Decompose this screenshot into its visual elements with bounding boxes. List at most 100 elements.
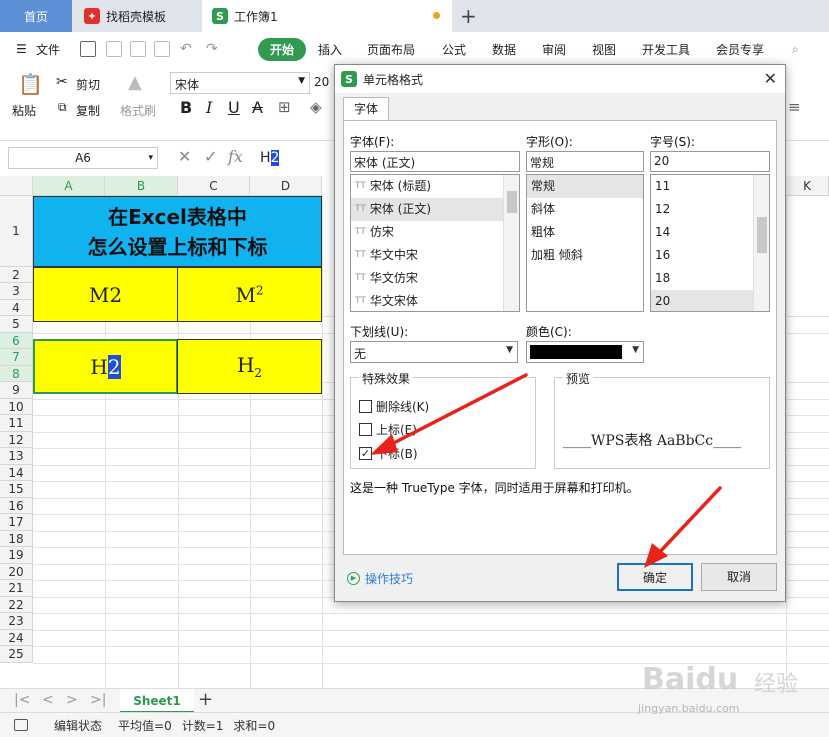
row-header[interactable]: 8 [0,366,33,382]
row-header[interactable]: 16 [0,498,33,514]
menu-page-layout[interactable]: 页面布局 [367,41,415,58]
list-item[interactable]: TT 华文仿宋 [351,267,519,290]
menu-member[interactable]: 会员专享 [716,41,764,58]
strikethrough-checkbox[interactable]: 删除线(K) [359,398,429,415]
list-item[interactable]: 12 [651,198,769,221]
row-header[interactable]: 20 [0,564,33,580]
row-header[interactable]: 19 [0,547,33,564]
paste-icon[interactable]: 📋 [18,72,43,96]
row-header[interactable]: 14 [0,465,33,481]
macro-icon[interactable] [14,719,28,731]
menu-data[interactable]: 数据 [492,41,516,58]
list-item[interactable]: TT 华文中宋 [351,244,519,267]
export-icon[interactable] [106,41,122,57]
menu-review[interactable]: 审阅 [542,41,566,58]
menu-insert[interactable]: 插入 [318,41,342,58]
preview-icon[interactable] [154,41,170,57]
first-sheet-icon[interactable]: |< [14,692,30,708]
print-icon[interactable] [130,41,146,57]
list-item[interactable]: TT 宋体 (正文) [351,198,519,221]
row-header[interactable]: 1 [0,196,33,267]
row-header[interactable]: 4 [0,300,33,316]
italic-button[interactable]: I [206,98,212,117]
cancel-button[interactable]: 取消 [701,563,777,591]
format-painter-button[interactable]: 格式刷 [120,102,156,119]
tab-template[interactable]: ✦ 找稻壳模板 [74,0,200,32]
row-header[interactable]: 5 [0,316,33,333]
fx-icon[interactable]: fx [228,147,243,166]
list-item[interactable]: TT 华文宋体 [351,290,519,311]
title-cell[interactable]: 在Excel表格中 怎么设置上标和下标 [33,196,322,267]
row-header[interactable]: 15 [0,481,33,498]
strike-button[interactable]: A [252,98,263,117]
row-header[interactable]: 18 [0,531,33,547]
row-header[interactable]: 12 [0,432,33,448]
style-input[interactable]: 常规 [526,151,644,172]
select-all-corner[interactable] [0,176,33,196]
row-header[interactable]: 25 [0,646,33,663]
m2-superscript-cell[interactable]: M2 [177,267,322,322]
size-list-scrollbar[interactable] [753,175,769,311]
cut-button[interactable]: 剪切 [76,76,100,93]
undo-icon[interactable]: ↶ [180,41,192,57]
row-header[interactable]: 10 [0,399,33,415]
dialog-title-bar[interactable]: S 单元格格式 ✕ [335,65,785,93]
row-header[interactable]: 7 [0,349,33,366]
row-header[interactable]: 11 [0,415,33,432]
sheet-tab-sheet1[interactable]: Sheet1 [120,689,194,713]
list-item[interactable]: TT 仿宋 [351,221,519,244]
row-header[interactable]: 2 [0,267,33,283]
superscript-checkbox[interactable]: 上标(E) [359,421,417,438]
list-item[interactable]: 18 [651,267,769,290]
subscript-checkbox[interactable]: ✓ 下标(B) [359,445,418,462]
tab-workbook[interactable]: S 工作簿1 [202,0,452,32]
column-header[interactable]: D [250,176,322,196]
menu-formula[interactable]: 公式 [442,41,466,58]
save-icon[interactable] [80,41,96,57]
tips-link[interactable]: ▶ 操作技巧 [347,570,413,587]
list-item[interactable]: 14 [651,221,769,244]
scroll-thumb[interactable] [507,191,517,213]
prev-sheet-icon[interactable]: < [42,692,54,708]
row-header[interactable]: 9 [0,382,33,399]
list-item[interactable]: TT 宋体 (标题) [351,175,519,198]
confirm-icon[interactable]: ✓ [204,147,217,166]
copy-icon[interactable]: ⧉ [58,100,67,115]
last-sheet-icon[interactable]: >| [90,692,106,708]
size-list[interactable]: 11 12 14 16 18 20 [650,174,770,312]
underline-button[interactable]: U [228,98,240,117]
font-list[interactable]: TT 宋体 (标题) TT 宋体 (正文) TT 仿宋 TT 华文中宋 TT 华文仿宋 T… [350,174,520,312]
align-icon[interactable]: ≡ [788,98,801,116]
column-header[interactable]: C [178,176,250,196]
next-sheet-icon[interactable]: > [66,692,78,708]
list-item[interactable]: 加粗 倾斜 [527,244,643,267]
column-header[interactable]: K [786,176,829,196]
search-icon[interactable]: ⌕ [792,42,799,57]
redo-icon[interactable]: ↷ [206,41,218,57]
list-item[interactable]: 粗体 [527,221,643,244]
row-header[interactable]: 23 [0,613,33,630]
font-input[interactable]: 宋体 (正文) [350,151,520,172]
font-list-scrollbar[interactable] [503,175,519,311]
h2-subscript-cell[interactable]: H2 [177,339,322,394]
close-icon[interactable]: ✕ [764,69,777,88]
border-icon[interactable]: ⊞ [278,98,291,116]
tab-font[interactable]: 字体 [343,97,389,121]
list-item[interactable]: 16 [651,244,769,267]
cancel-icon[interactable]: ✕ [178,147,191,166]
row-header[interactable]: 17 [0,514,33,531]
bold-button[interactable]: B [180,98,192,117]
list-item[interactable]: 20 [651,290,769,311]
add-sheet-button[interactable]: + [198,689,213,710]
menu-dev-tools[interactable]: 开发工具 [642,41,690,58]
name-box[interactable]: A6 ▾ [8,147,158,169]
row-header[interactable]: 21 [0,580,33,597]
fill-icon[interactable]: ◈ [310,98,322,116]
h2-edit-cell[interactable]: H2 [33,339,178,394]
new-tab-button[interactable]: + [460,4,477,28]
list-item[interactable]: 11 [651,175,769,198]
menu-file[interactable]: 文件 [36,41,60,58]
row-header[interactable]: 13 [0,448,33,465]
style-list[interactable]: 常规 斜体 粗体 加粗 倾斜 [526,174,644,312]
font-size-value[interactable]: 20 [314,75,329,89]
